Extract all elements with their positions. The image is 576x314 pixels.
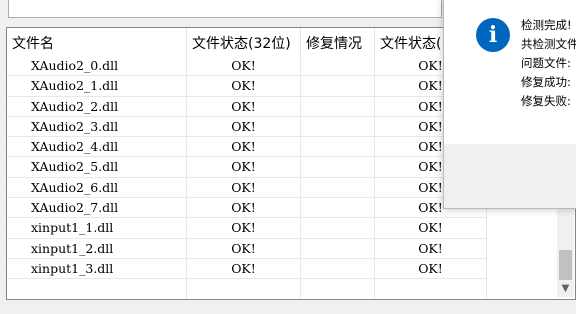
dialog-line-failed: 修复失败:: [521, 94, 571, 108]
empty-cell: [7, 279, 187, 299]
cell-status-32: OK!: [187, 198, 301, 219]
dialog-line-title: 检测完成!: [521, 18, 572, 32]
dialog-footer: [444, 144, 576, 208]
table-body: XAudio2_0.dll OK! OK! XAudio2_1.dll OK! OK! XA…: [7, 56, 487, 299]
cell-filename: XAudio2_4.dll: [7, 137, 187, 158]
table-row[interactable]: XAudio2_1.dll OK! OK!: [7, 76, 487, 97]
table-row[interactable]: XAudio2_0.dll OK! OK!: [7, 56, 487, 77]
cell-repair: [301, 238, 375, 259]
cell-repair: [301, 157, 375, 178]
table-row[interactable]: XAudio2_5.dll OK! OK!: [7, 157, 487, 178]
cell-filename: XAudio2_5.dll: [7, 157, 187, 178]
cell-status-64: OK!: [375, 238, 487, 259]
cell-status-64: OK!: [375, 258, 487, 280]
cell-filename: XAudio2_6.dll: [7, 177, 187, 199]
table-row[interactable]: XAudio2_2.dll OK! OK!: [7, 96, 487, 117]
dialog-line-total: 共检测文件: [521, 37, 576, 51]
cell-status-32: OK!: [187, 137, 301, 158]
cell-repair: [301, 96, 375, 117]
cell-repair: [301, 198, 375, 219]
empty-cell: [187, 279, 301, 299]
table-row[interactable]: XAudio2_3.dll OK! OK!: [7, 116, 487, 138]
cell-repair: [301, 218, 375, 239]
cell-status-32: OK!: [187, 157, 301, 178]
cell-status-32: OK!: [187, 116, 301, 138]
cell-status-64: OK!: [375, 218, 487, 239]
scrollbar-thumb[interactable]: [559, 250, 572, 280]
table-row[interactable]: XAudio2_4.dll OK! OK!: [7, 137, 487, 158]
cell-status-32: OK!: [187, 76, 301, 97]
cell-filename: xinput1_3.dll: [7, 258, 187, 280]
cell-filename: XAudio2_0.dll: [7, 56, 187, 77]
table-row-empty: [7, 279, 487, 299]
cell-repair: [301, 137, 375, 158]
cell-filename: xinput1_1.dll: [7, 218, 187, 239]
dialog-message: 检测完成! 共检测文件 问题文件: 修复成功: 修复失败:: [521, 16, 576, 111]
cell-filename: XAudio2_1.dll: [7, 76, 187, 97]
empty-cell: [375, 279, 487, 299]
table-row[interactable]: XAudio2_7.dll OK! OK!: [7, 198, 487, 219]
cell-filename: XAudio2_7.dll: [7, 198, 187, 219]
cell-repair: [301, 116, 375, 138]
info-icon: i: [476, 18, 510, 52]
cell-status-32: OK!: [187, 258, 301, 280]
table-row[interactable]: xinput1_2.dll OK! OK!: [7, 238, 487, 259]
cell-filename: XAudio2_2.dll: [7, 96, 187, 117]
column-header-repair[interactable]: 修复情况: [301, 28, 375, 56]
message-dialog: i 检测完成! 共检测文件 问题文件: 修复成功: 修复失败:: [443, 0, 576, 209]
scroll-down-arrow-icon[interactable]: ▼: [557, 280, 574, 297]
dialog-line-problem: 问题文件:: [521, 56, 571, 70]
cell-status-32: OK!: [187, 218, 301, 239]
top-panel: [8, 0, 442, 18]
cell-repair: [301, 258, 375, 280]
column-header-status-32[interactable]: 文件状态(32位): [187, 28, 301, 56]
table-row[interactable]: xinput1_1.dll OK! OK!: [7, 218, 487, 239]
column-header-filename[interactable]: 文件名: [7, 28, 187, 56]
empty-cell: [301, 279, 375, 299]
cell-status-32: OK!: [187, 177, 301, 199]
cell-filename: xinput1_2.dll: [7, 238, 187, 259]
cell-status-32: OK!: [187, 56, 301, 77]
cell-status-32: OK!: [187, 238, 301, 259]
table-row[interactable]: XAudio2_6.dll OK! OK!: [7, 177, 487, 199]
table-row[interactable]: xinput1_3.dll OK! OK!: [7, 258, 487, 280]
cell-repair: [301, 76, 375, 97]
cell-filename: XAudio2_3.dll: [7, 116, 187, 138]
cell-status-32: OK!: [187, 96, 301, 117]
cell-repair: [301, 56, 375, 77]
cell-repair: [301, 177, 375, 199]
dialog-line-success: 修复成功:: [521, 75, 571, 89]
